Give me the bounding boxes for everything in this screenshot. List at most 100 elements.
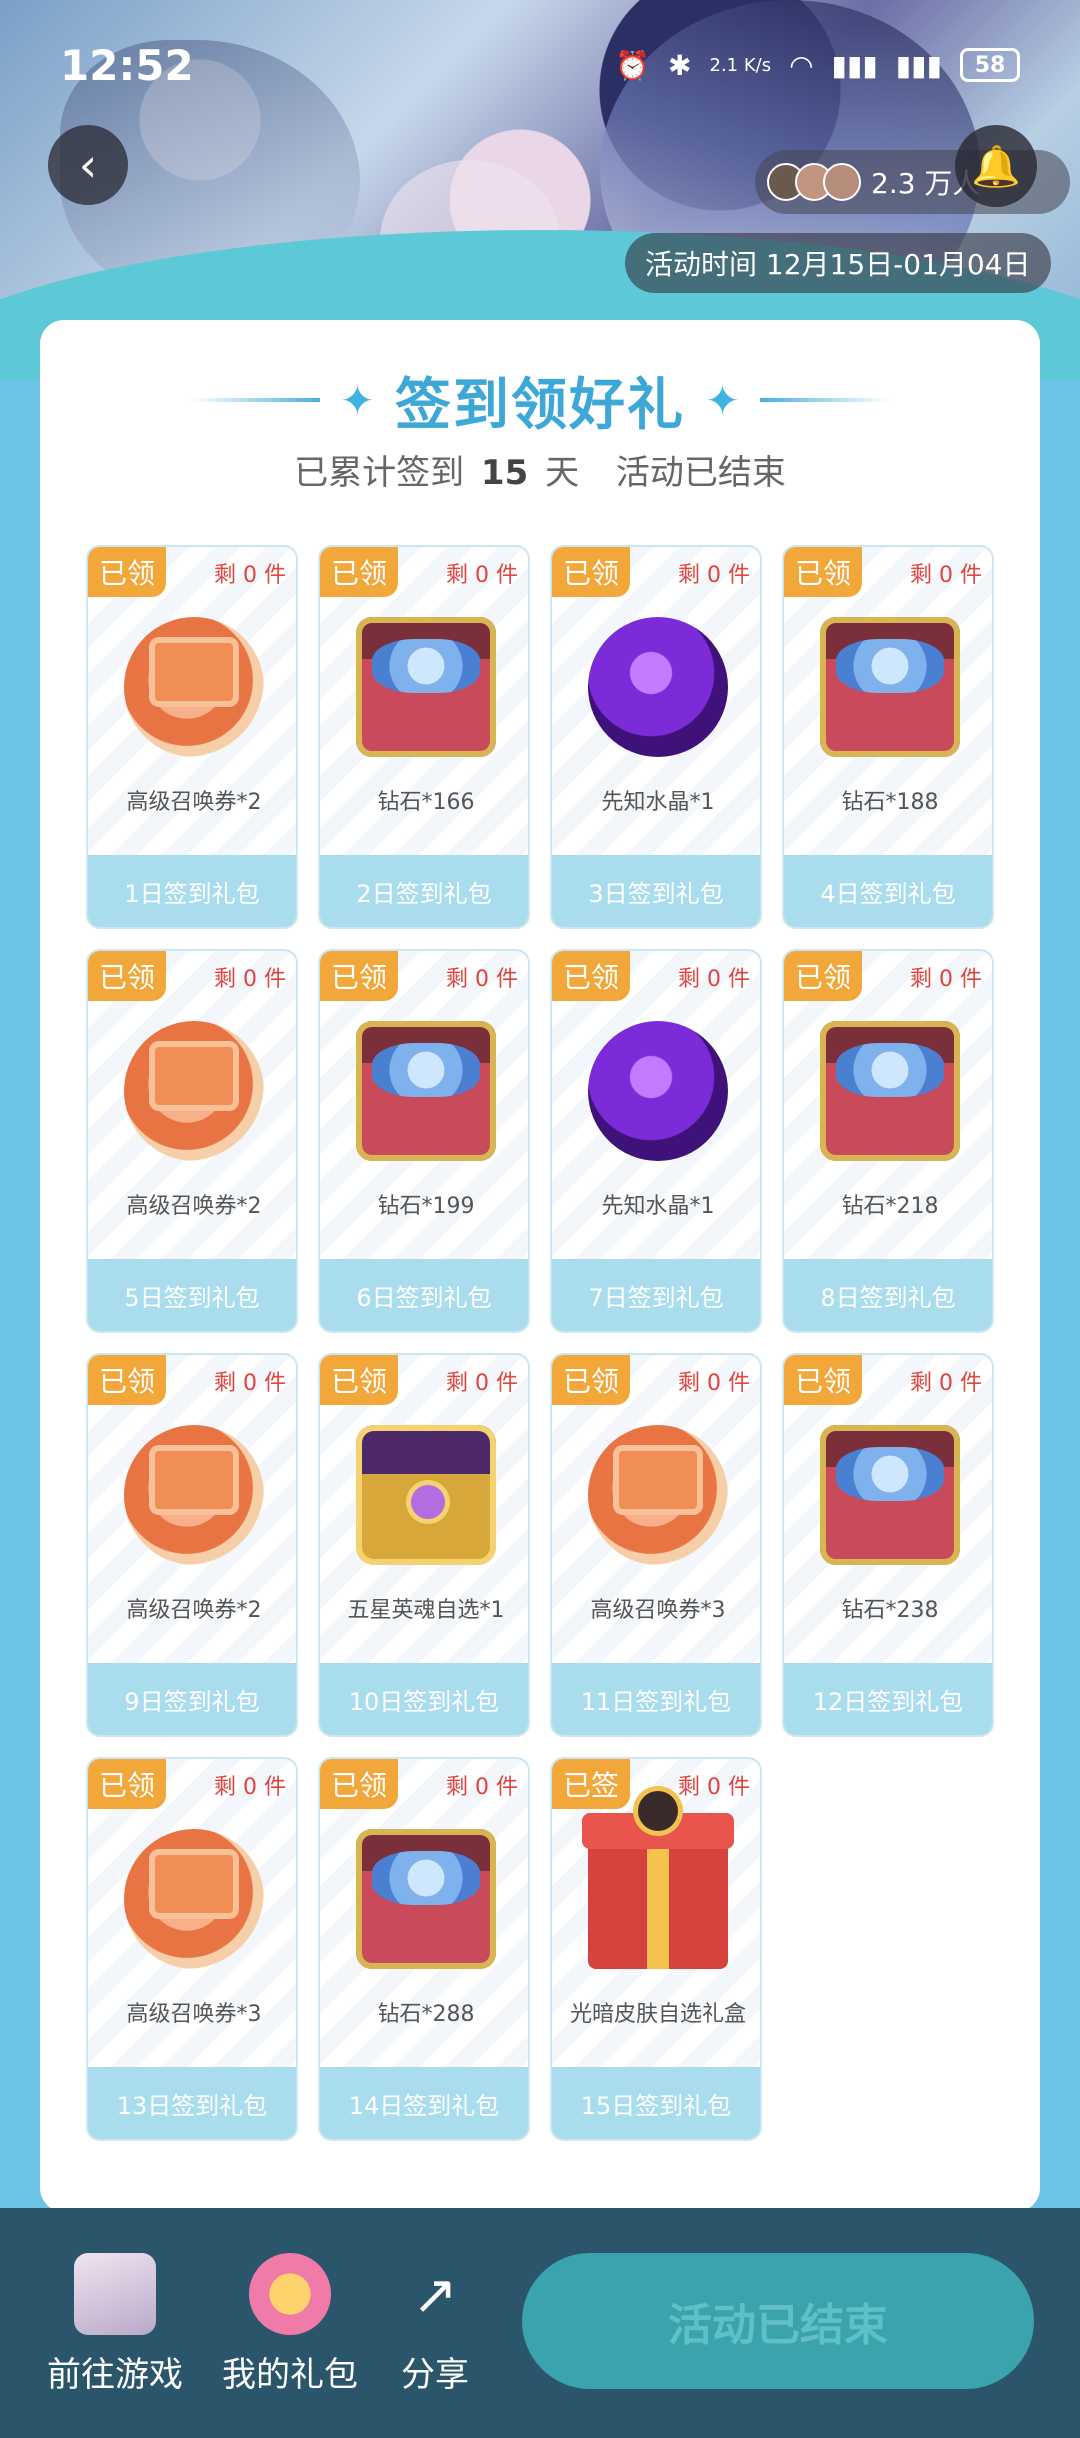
reward-name: 高级召唤券*2: [126, 790, 262, 815]
gift-bag-icon: [249, 2253, 331, 2335]
remaining-count: 剩 0 件: [678, 967, 750, 992]
gift-box-icon: [582, 1791, 734, 1969]
title-row: ✦ 签到领好礼 ✦: [40, 360, 1040, 440]
sparkle-icon: ✦: [339, 375, 375, 425]
reward-card[interactable]: 已领 剩 0 件钻石*188 4日签到礼包: [782, 545, 994, 929]
reward-card[interactable]: 已领 剩 0 件五星英魂自选*1 10日签到礼包: [318, 1353, 530, 1737]
day-package-label: 4日签到礼包: [784, 855, 992, 927]
remaining-count: 剩 0 件: [446, 1775, 518, 1800]
signin-card: ✦ 签到领好礼 ✦ 已累计签到 15 天 活动已结束 已领剩 0 件高级召唤券*…: [40, 320, 1040, 2212]
reward-card[interactable]: 已领 剩 0 件钻石*166 2日签到礼包: [318, 545, 530, 929]
claimed-badge: 已领: [320, 951, 398, 1001]
net-speed: 2.1 K/s: [709, 54, 772, 76]
reward-name: 钻石*218: [841, 1194, 939, 1219]
remaining-count: 剩 0 件: [678, 563, 750, 588]
day-package-label: 15日签到礼包: [552, 2067, 760, 2139]
reward-name: 先知水晶*1: [601, 1194, 715, 1219]
diamond-chest-icon: [356, 1021, 496, 1161]
day-package-label: 11日签到礼包: [552, 1663, 760, 1735]
nav-go-to-game[interactable]: 前往游戏: [40, 2253, 190, 2396]
claimed-badge: 已领: [88, 1355, 166, 1405]
nav-my-gifts[interactable]: 我的礼包: [215, 2253, 365, 2396]
claimed-badge: 已签: [552, 1759, 630, 1809]
claimed-badge: 已领: [88, 547, 166, 597]
reward-name: 高级召唤券*3: [126, 2002, 262, 2027]
bluetooth-icon: ✱: [668, 48, 692, 82]
reward-card[interactable]: 已领 剩 0 件先知水晶*1 3日签到礼包: [550, 545, 762, 929]
day-package-label: 2日签到礼包: [320, 855, 528, 927]
summary-days: 15: [480, 453, 529, 493]
sparkle-icon: ✦: [705, 375, 741, 425]
reward-name: 钻石*238: [841, 1598, 939, 1623]
reward-card[interactable]: 已领 剩 0 件高级召唤券*2 5日签到礼包: [86, 949, 298, 1333]
remaining-count: 剩 0 件: [446, 563, 518, 588]
chevron-left-icon: ‹: [78, 138, 98, 192]
day-package-label: 10日签到礼包: [320, 1663, 528, 1735]
viewer-avatars: [767, 163, 861, 201]
page-title: 签到领好礼: [395, 372, 685, 438]
day-package-label: 9日签到礼包: [88, 1663, 296, 1735]
remaining-count: 剩 0 件: [214, 563, 286, 588]
ticket-icon: [124, 1425, 264, 1565]
reward-name: 高级召唤券*3: [590, 1598, 726, 1623]
diamond-chest-icon: [356, 1829, 496, 1969]
reward-card[interactable]: 已签 剩 0 件光暗皮肤自选礼盒 15日签到礼包: [550, 1757, 762, 2141]
reward-card[interactable]: 已领 剩 0 件钻石*288 14日签到礼包: [318, 1757, 530, 2141]
nav-label: 分享: [401, 2355, 469, 2395]
claimed-badge: 已领: [552, 547, 630, 597]
day-package-label: 8日签到礼包: [784, 1259, 992, 1331]
battery-level: 58: [974, 52, 1006, 78]
reward-card[interactable]: 已领 剩 0 件钻石*238 12日签到礼包: [782, 1353, 994, 1737]
nav-label: 我的礼包: [222, 2355, 358, 2395]
avatar: [823, 163, 861, 201]
nav-share[interactable]: ↗ 分享: [360, 2253, 510, 2396]
reward-card[interactable]: 已领 剩 0 件高级召唤券*2 9日签到礼包: [86, 1353, 298, 1737]
title-divider-right: [760, 398, 891, 402]
summary-suffix: 天: [545, 453, 580, 493]
day-package-label: 5日签到礼包: [88, 1259, 296, 1331]
claimed-badge: 已领: [320, 1355, 398, 1405]
status-icons: ⏰ ✱ 2.1 K/s ◠ ▮▮▮ ▮▮▮ 58: [615, 48, 1020, 82]
remaining-count: 剩 0 件: [910, 563, 982, 588]
reward-name: 先知水晶*1: [601, 790, 715, 815]
day-package-label: 14日签到礼包: [320, 2067, 528, 2139]
diamond-chest-icon: [820, 617, 960, 757]
back-button[interactable]: ‹: [48, 125, 128, 205]
claimed-badge: 已领: [88, 951, 166, 1001]
battery-icon: 58: [960, 48, 1020, 82]
claimed-badge: 已领: [320, 547, 398, 597]
reward-name: 五星英魂自选*1: [347, 1598, 505, 1623]
day-package-label: 3日签到礼包: [552, 855, 760, 927]
notification-button[interactable]: 🔔: [955, 125, 1037, 207]
signal-icon-2: ▮▮▮: [895, 48, 942, 82]
remaining-count: 剩 0 件: [678, 1775, 750, 1800]
remaining-count: 剩 0 件: [446, 967, 518, 992]
event-ended-button[interactable]: 活动已结束: [522, 2253, 1034, 2389]
reward-card[interactable]: 已领 剩 0 件高级召唤券*3 13日签到礼包: [86, 1757, 298, 2141]
claimed-badge: 已领: [784, 547, 862, 597]
reward-card[interactable]: 已领 剩 0 件钻石*199 6日签到礼包: [318, 949, 530, 1333]
status-time: 12:52: [60, 40, 194, 90]
bottom-bar: 前往游戏 我的礼包 ↗ 分享 活动已结束: [0, 2208, 1080, 2438]
gold-chest-icon: [356, 1425, 496, 1565]
crystal-icon: [588, 617, 728, 757]
signin-summary: 已累计签到 15 天 活动已结束: [40, 445, 1040, 494]
summary-prefix: 已累计签到: [294, 453, 465, 493]
remaining-count: 剩 0 件: [214, 967, 286, 992]
day-package-label: 12日签到礼包: [784, 1663, 992, 1735]
game-avatar-icon: [74, 2253, 156, 2335]
alarm-icon: ⏰: [615, 48, 651, 82]
reward-card[interactable]: 已领 剩 0 件钻石*218 8日签到礼包: [782, 949, 994, 1333]
reward-name: 钻石*166: [377, 790, 475, 815]
reward-card[interactable]: 已领 剩 0 件高级召唤券*2 1日签到礼包: [86, 545, 298, 929]
title-divider-left: [189, 398, 320, 402]
ticket-icon: [588, 1425, 728, 1565]
claimed-badge: 已领: [552, 951, 630, 1001]
reward-card[interactable]: 已领 剩 0 件高级召唤券*3 11日签到礼包: [550, 1353, 762, 1737]
diamond-chest-icon: [820, 1021, 960, 1161]
claimed-badge: 已领: [88, 1759, 166, 1809]
event-time: 活动时间 12月15日-01月04日: [625, 233, 1051, 293]
reward-card[interactable]: 已领 剩 0 件先知水晶*1 7日签到礼包: [550, 949, 762, 1333]
reward-name: 钻石*288: [377, 2002, 475, 2027]
remaining-count: 剩 0 件: [678, 1371, 750, 1396]
